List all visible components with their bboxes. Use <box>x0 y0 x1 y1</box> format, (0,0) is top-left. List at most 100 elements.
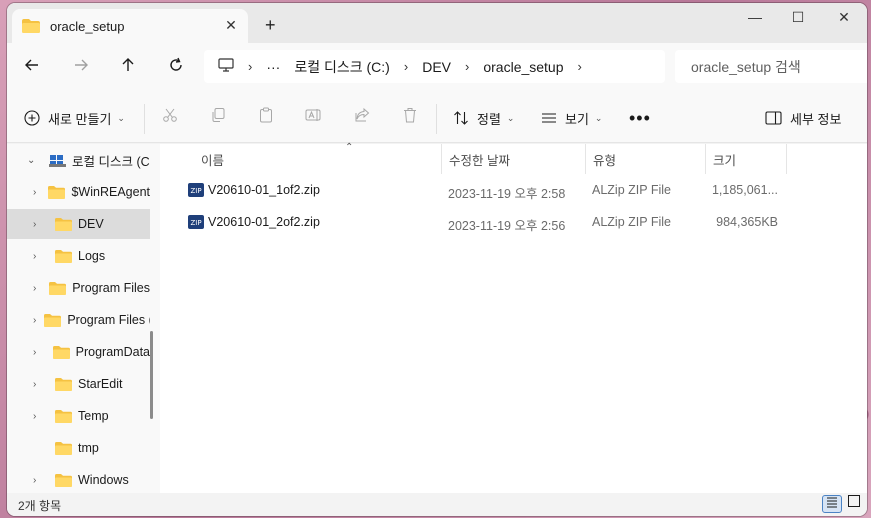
column-name-label: 이름 <box>201 153 225 168</box>
nav-item-label: ProgramData <box>75 345 150 359</box>
chevron-right-icon[interactable]: › <box>33 475 47 486</box>
sidebar-item-dev[interactable]: › DEV <box>7 209 150 239</box>
more-icon: ••• <box>629 107 651 128</box>
file-row[interactable]: ZIP V20610-01_2of2.zip 2023-11-19 오후 2:5… <box>180 207 790 237</box>
nav-scrollbar[interactable] <box>150 331 153 419</box>
back-button[interactable] <box>21 57 43 79</box>
chevron-right-icon[interactable]: › <box>33 411 47 422</box>
toolbar-divider <box>436 104 437 134</box>
refresh-icon <box>170 57 182 71</box>
zip-file-icon: ZIP <box>188 215 204 229</box>
file-list: 이름 ⌃ 수정한 날짜 유형 크기 ZIP V20610-01_1of2.zip… <box>160 142 867 493</box>
nav-item-label: tmp <box>78 441 99 455</box>
file-row[interactable]: ZIP V20610-01_1of2.zip 2023-11-19 오후 2:5… <box>180 175 790 205</box>
chevron-right-icon[interactable]: › <box>33 219 47 230</box>
details-pane-icon <box>765 111 782 125</box>
paste-icon[interactable] <box>255 107 277 129</box>
new-button[interactable]: 새로 만들기 ⌄ <box>24 106 125 130</box>
sidebar-item-logs[interactable]: › Logs <box>7 241 150 271</box>
rename-icon[interactable] <box>303 107 325 129</box>
view-button[interactable]: 보기 ⌄ <box>541 106 602 130</box>
breadcrumb-chevron-icon[interactable]: › <box>578 59 582 74</box>
breadcrumb-chevron-icon[interactable]: › <box>248 59 252 74</box>
details-label: 세부 정보 <box>790 111 842 127</box>
details-view-button[interactable] <box>822 495 842 513</box>
folder-icon <box>52 345 70 359</box>
cut-icon[interactable] <box>159 107 181 129</box>
breadcrumb-local-disk[interactable]: 로컬 디스크 (C:) <box>294 57 390 77</box>
new-tab-button[interactable]: + <box>265 15 276 36</box>
chevron-right-icon[interactable]: › <box>33 283 41 294</box>
nav-item-label: Program Files <box>72 281 150 295</box>
share-icon[interactable] <box>351 107 373 129</box>
sort-button[interactable]: 정렬 ⌄ <box>453 106 514 130</box>
file-name: V20610-01_1of2.zip <box>208 183 320 197</box>
folder-icon <box>55 377 72 391</box>
command-bar: 새로 만들기 ⌄ 정렬 ⌄ 보기 ⌄ ••• 세부 정보 <box>7 94 867 143</box>
sidebar-item-programdata[interactable]: › ProgramData <box>7 337 150 367</box>
file-size: 984,365KB <box>716 215 778 229</box>
chevron-right-icon[interactable]: › <box>33 347 45 358</box>
details-pane-button[interactable]: 세부 정보 <box>765 106 841 130</box>
nav-item-label: Temp <box>78 409 109 423</box>
sidebar-item-tmp[interactable]: tmp <box>7 433 150 463</box>
chevron-right-icon[interactable]: › <box>33 379 47 390</box>
column-header-date[interactable]: 수정한 날짜 <box>442 144 586 174</box>
nav-item-label: StarEdit <box>78 377 123 391</box>
close-window-button[interactable]: ✕ <box>821 9 867 31</box>
file-date: 2023-11-19 오후 2:56 <box>448 219 566 233</box>
column-header-size[interactable]: 크기 <box>706 144 787 174</box>
this-pc-icon[interactable] <box>218 58 234 75</box>
column-size-label: 크기 <box>713 153 737 168</box>
chevron-down-icon[interactable]: ⌄ <box>27 155 41 166</box>
close-tab-icon[interactable]: ✕ <box>222 17 240 34</box>
folder-icon <box>55 473 72 487</box>
chevron-right-icon[interactable]: › <box>33 187 40 198</box>
navigation-pane: ⌄ 로컬 디스크 (C › $WinREAgent › DEV › Logs › Progra… <box>7 144 160 493</box>
sidebar-item-program-files-x86[interactable]: › Program Files (x86) <box>7 305 150 335</box>
refresh-button[interactable] <box>165 57 187 79</box>
sidebar-item-program-files[interactable]: › Program Files <box>7 273 150 303</box>
breadcrumb-chevron-icon[interactable]: › <box>465 59 469 74</box>
nav-item-label: DEV <box>78 217 104 231</box>
breadcrumb-oracle-setup[interactable]: oracle_setup <box>483 59 563 75</box>
column-header-type[interactable]: 유형 <box>586 144 706 174</box>
search-input[interactable]: oracle_setup 검색 <box>675 50 867 83</box>
column-date-label: 수정한 날짜 <box>449 153 510 168</box>
up-button[interactable] <box>117 57 139 79</box>
chevron-right-icon[interactable]: › <box>33 251 47 262</box>
delete-icon[interactable] <box>399 107 421 129</box>
folder-icon <box>55 217 72 231</box>
nav-item-local-disk[interactable]: ⌄ 로컬 디스크 (C <box>7 145 150 175</box>
view-lines-icon <box>542 113 556 123</box>
chevron-down-icon: ⌄ <box>594 112 603 123</box>
status-bar: 2개 항목 <box>7 493 867 516</box>
svg-text:ZIP: ZIP <box>190 219 201 227</box>
breadcrumb-dev[interactable]: DEV <box>422 59 451 75</box>
maximize-button[interactable]: ☐ <box>775 9 821 31</box>
more-options-button[interactable]: ••• <box>629 106 651 130</box>
address-row: › ··· 로컬 디스크 (C:) › DEV › oracle_setup ›… <box>7 43 867 94</box>
chevron-right-icon[interactable]: › <box>33 315 36 326</box>
address-bar[interactable]: › ··· 로컬 디스크 (C:) › DEV › oracle_setup › <box>204 50 665 83</box>
forward-button[interactable] <box>70 57 92 79</box>
svg-text:ZIP: ZIP <box>190 187 201 195</box>
plus-circle-icon <box>24 110 40 126</box>
folder-icon <box>55 249 72 263</box>
sidebar-item-staredit[interactable]: › StarEdit <box>7 369 150 399</box>
column-header-name[interactable]: 이름 ⌃ <box>194 142 442 174</box>
tiles-view-icon <box>848 495 860 507</box>
minimize-button[interactable]: — <box>732 9 778 31</box>
sort-label: 정렬 <box>477 111 501 127</box>
tab-oracle-setup[interactable]: oracle_setup ✕ <box>12 9 248 43</box>
sort-icon <box>454 111 468 125</box>
sidebar-item-temp[interactable]: › Temp <box>7 401 150 431</box>
item-count: 2개 항목 <box>18 499 62 513</box>
copy-icon[interactable] <box>207 107 229 129</box>
sidebar-item-winreagent[interactable]: › $WinREAgent <box>7 177 150 207</box>
sidebar-item-windows[interactable]: › Windows <box>7 465 150 495</box>
title-bar: oracle_setup ✕ + — ☐ ✕ <box>7 3 867 43</box>
breadcrumb-more[interactable]: ··· <box>266 59 280 75</box>
breadcrumb-chevron-icon[interactable]: › <box>404 59 408 74</box>
tiles-view-button[interactable] <box>844 495 864 513</box>
